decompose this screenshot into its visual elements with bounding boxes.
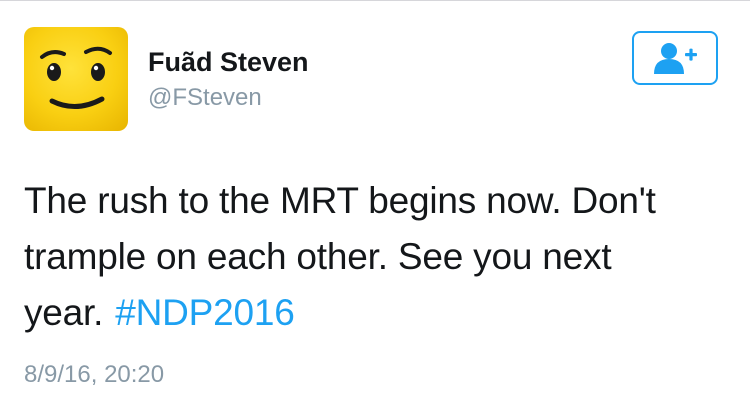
tweet-text-fragment: year. bbox=[24, 292, 104, 333]
tweet-text-line: trample on each other. See you next bbox=[24, 236, 612, 277]
hashtag-link[interactable]: #NDP2016 bbox=[115, 292, 295, 333]
follow-button[interactable] bbox=[632, 31, 718, 85]
avatar[interactable] bbox=[24, 27, 128, 131]
add-user-icon bbox=[654, 43, 697, 74]
tweet-text-line-last: year. #NDP2016 bbox=[24, 285, 724, 341]
tweet-timestamp: 8/9/16, 20:20 bbox=[24, 361, 165, 388]
display-name[interactable]: Fuãd Steven bbox=[148, 47, 309, 78]
tweet-text-line: The rush to the MRT begins now. Don't bbox=[24, 180, 656, 221]
tweet-card: Fuãd Steven @FSteven The rush to the MRT… bbox=[0, 0, 750, 412]
user-handle[interactable]: @FSteven bbox=[148, 84, 262, 112]
tweet-text: The rush to the MRT begins now. Don't tr… bbox=[24, 173, 724, 341]
lego-face-icon bbox=[40, 46, 112, 109]
